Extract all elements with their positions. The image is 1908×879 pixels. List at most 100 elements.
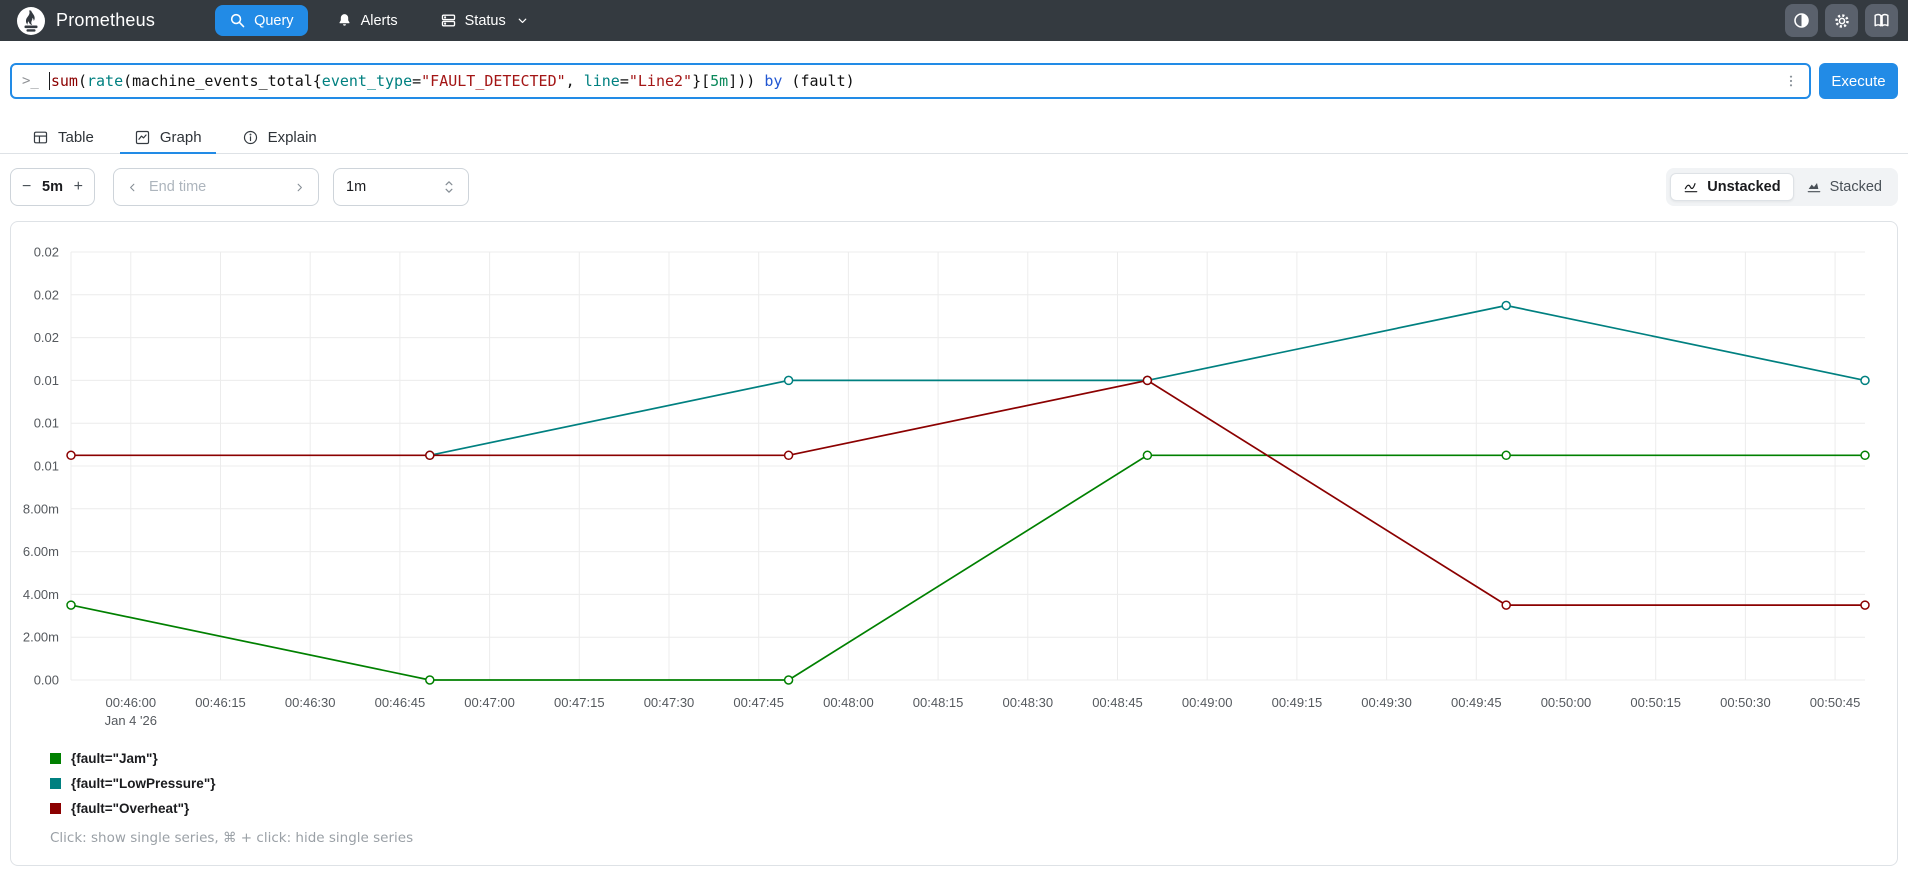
resolution-select[interactable]: 1m (333, 168, 469, 206)
legend-label: {fault="Jam"} (71, 751, 158, 766)
legend-label: {fault="Overheat"} (71, 801, 190, 816)
series-marker (1501, 450, 1511, 461)
range-increase-button[interactable]: + (74, 179, 83, 195)
range-decrease-button[interactable]: − (22, 179, 31, 195)
tab-explain[interactable]: Explain (228, 122, 331, 153)
tab-graph[interactable]: Graph (119, 122, 216, 154)
x-tick-label: 00:48:15 (913, 695, 964, 710)
stacking-toggle: Unstacked Stacked (1666, 168, 1898, 206)
promql-expression[interactable]: sum(rate(machine_events_total{event_type… (48, 72, 1783, 90)
nav-item-query[interactable]: Query (215, 5, 308, 36)
area-chart-icon (1806, 179, 1822, 195)
series-marker (1142, 375, 1153, 386)
x-tick-label: 00:49:15 (1272, 695, 1323, 710)
bell-icon (336, 12, 353, 29)
query-token: by (764, 72, 783, 90)
end-time-picker[interactable]: End time (113, 168, 319, 206)
chevron-right-icon[interactable] (293, 181, 306, 194)
legend-swatch (50, 778, 61, 789)
end-time-placeholder: End time (149, 179, 207, 195)
select-stepper-icon (442, 179, 456, 195)
series-marker (1501, 300, 1511, 311)
legend-label: {fault="LowPressure"} (71, 776, 216, 791)
series-marker (1142, 450, 1153, 461)
seg-label: Unstacked (1707, 179, 1781, 195)
nav-item-label: Alerts (360, 12, 398, 29)
series-marker (1860, 450, 1870, 461)
theme-toggle-icon (1792, 11, 1811, 30)
line-chart-icon (1683, 179, 1699, 195)
execute-button[interactable]: Execute (1819, 63, 1898, 99)
stacked-button[interactable]: Stacked (1794, 174, 1894, 200)
graph-legend: {fault="Jam"} {fault="LowPressure"} {fault… (50, 751, 1897, 816)
query-token: 5m (710, 72, 729, 90)
app-title: Prometheus (56, 10, 156, 30)
query-token: sum (50, 72, 78, 90)
settings-gear-icon (1832, 11, 1852, 31)
graph-panel: 0.02 0.02 0.02 0.01 0.01 0.01 8.00m 6.00m 4.00m 2… (10, 221, 1898, 866)
series-marker (1860, 375, 1870, 386)
x-tick-label: 00:49:45 (1451, 695, 1502, 710)
x-tick-label: 00:47:00 (464, 695, 515, 710)
prometheus-logo-icon (16, 6, 46, 36)
graph-icon (134, 129, 151, 146)
main-menu: Query Alerts Status (215, 5, 543, 36)
legend-item-1[interactable]: {fault="LowPressure"} (50, 776, 1897, 791)
nav-item-alerts[interactable]: Alerts (322, 5, 412, 36)
query-token: line (583, 72, 620, 90)
graph-controls: − 5m + End time 1m Unstacked Stacked (10, 168, 1898, 206)
server-icon (440, 12, 457, 29)
y-tick-label: 4.00m (23, 587, 59, 602)
settings-button[interactable] (1825, 4, 1858, 37)
x-tick-label: 00:46:30 (285, 695, 336, 710)
series-line (71, 379, 1865, 606)
table-icon (32, 129, 49, 146)
query-token: rate (86, 72, 124, 90)
x-tick-label: 00:47:45 (733, 695, 784, 710)
unstacked-button[interactable]: Unstacked (1670, 173, 1794, 201)
y-tick-label: 0.01 (34, 373, 59, 388)
tab-label: Table (58, 129, 94, 146)
y-tick-label: 0.02 (34, 330, 59, 345)
y-tick-label: 0.02 (34, 245, 59, 260)
legend-item-0[interactable]: {fault="Jam"} (50, 751, 1897, 766)
query-token: = (619, 72, 629, 90)
theme-toggle-button[interactable] (1785, 4, 1818, 37)
query-token: = (412, 72, 422, 90)
query-input[interactable]: >_ sum(rate(machine_events_total{event_t… (10, 63, 1811, 99)
navbar: Prometheus Query Alerts Status (0, 0, 1908, 41)
docs-button[interactable] (1865, 4, 1898, 37)
series-marker (425, 450, 435, 461)
range-duration-value[interactable]: 5m (42, 179, 63, 195)
series-marker (783, 675, 794, 685)
legend-swatch (50, 753, 61, 764)
chevron-left-icon[interactable] (126, 181, 139, 194)
query-options-kebab-icon[interactable] (1783, 72, 1799, 90)
query-token: machine_events_total (132, 72, 313, 90)
graph-canvas[interactable]: 0.02 0.02 0.02 0.01 0.01 0.01 8.00m 6.00m 4.00m 2… (11, 228, 1889, 733)
query-token: event_type (321, 72, 413, 90)
nav-item-status[interactable]: Status (426, 5, 543, 36)
view-tabs: Table Graph Explain (0, 120, 1908, 154)
query-token: "FAULT_DETECTED" (421, 72, 566, 90)
y-tick-label: 0.01 (34, 416, 59, 431)
y-tick-label: 0.02 (34, 287, 59, 302)
range-duration-control: − 5m + (10, 168, 95, 206)
legend-swatch (50, 803, 61, 814)
seg-label: Stacked (1829, 179, 1882, 195)
y-tick-label: 8.00m (23, 501, 59, 516)
tab-table[interactable]: Table (18, 122, 108, 153)
x-tick-label: 00:50:00 (1541, 695, 1592, 710)
x-tick-label: 00:48:00 (823, 695, 874, 710)
y-tick-label: 0.01 (34, 459, 59, 474)
legend-item-2[interactable]: {fault="Overheat"} (50, 801, 1897, 816)
x-tick-label: 00:46:45 (375, 695, 426, 710)
series-marker (1501, 600, 1511, 610)
x-tick-label: 00:49:00 (1182, 695, 1233, 710)
tab-label: Graph (159, 129, 202, 146)
x-tick-label: 00:47:15 (554, 695, 605, 710)
tab-label: Explain (267, 129, 317, 146)
info-icon (242, 129, 259, 146)
y-tick-label: 2.00m (23, 630, 59, 645)
x-tick-label: 00:48:45 (1092, 695, 1143, 710)
